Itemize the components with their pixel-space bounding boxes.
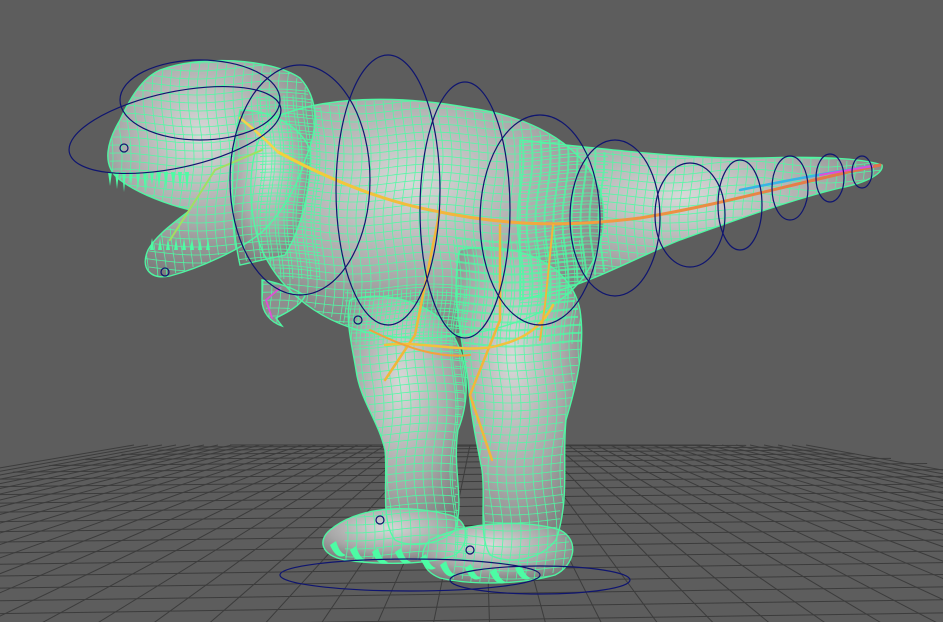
- grid-line-h: [0, 586, 943, 602]
- trex-mesh[interactable]: [107, 59, 883, 584]
- grid-line-v: [791, 444, 943, 475]
- maya-viewport[interactable]: [0, 0, 943, 622]
- grid-line-v: [805, 444, 943, 471]
- grid-line-h: [0, 509, 943, 523]
- grid-line-v: [777, 444, 943, 479]
- tooth: [108, 172, 112, 186]
- tooth: [115, 172, 119, 189]
- grid-line-h: [303, 612, 943, 622]
- viewport-canvas[interactable]: [0, 0, 943, 622]
